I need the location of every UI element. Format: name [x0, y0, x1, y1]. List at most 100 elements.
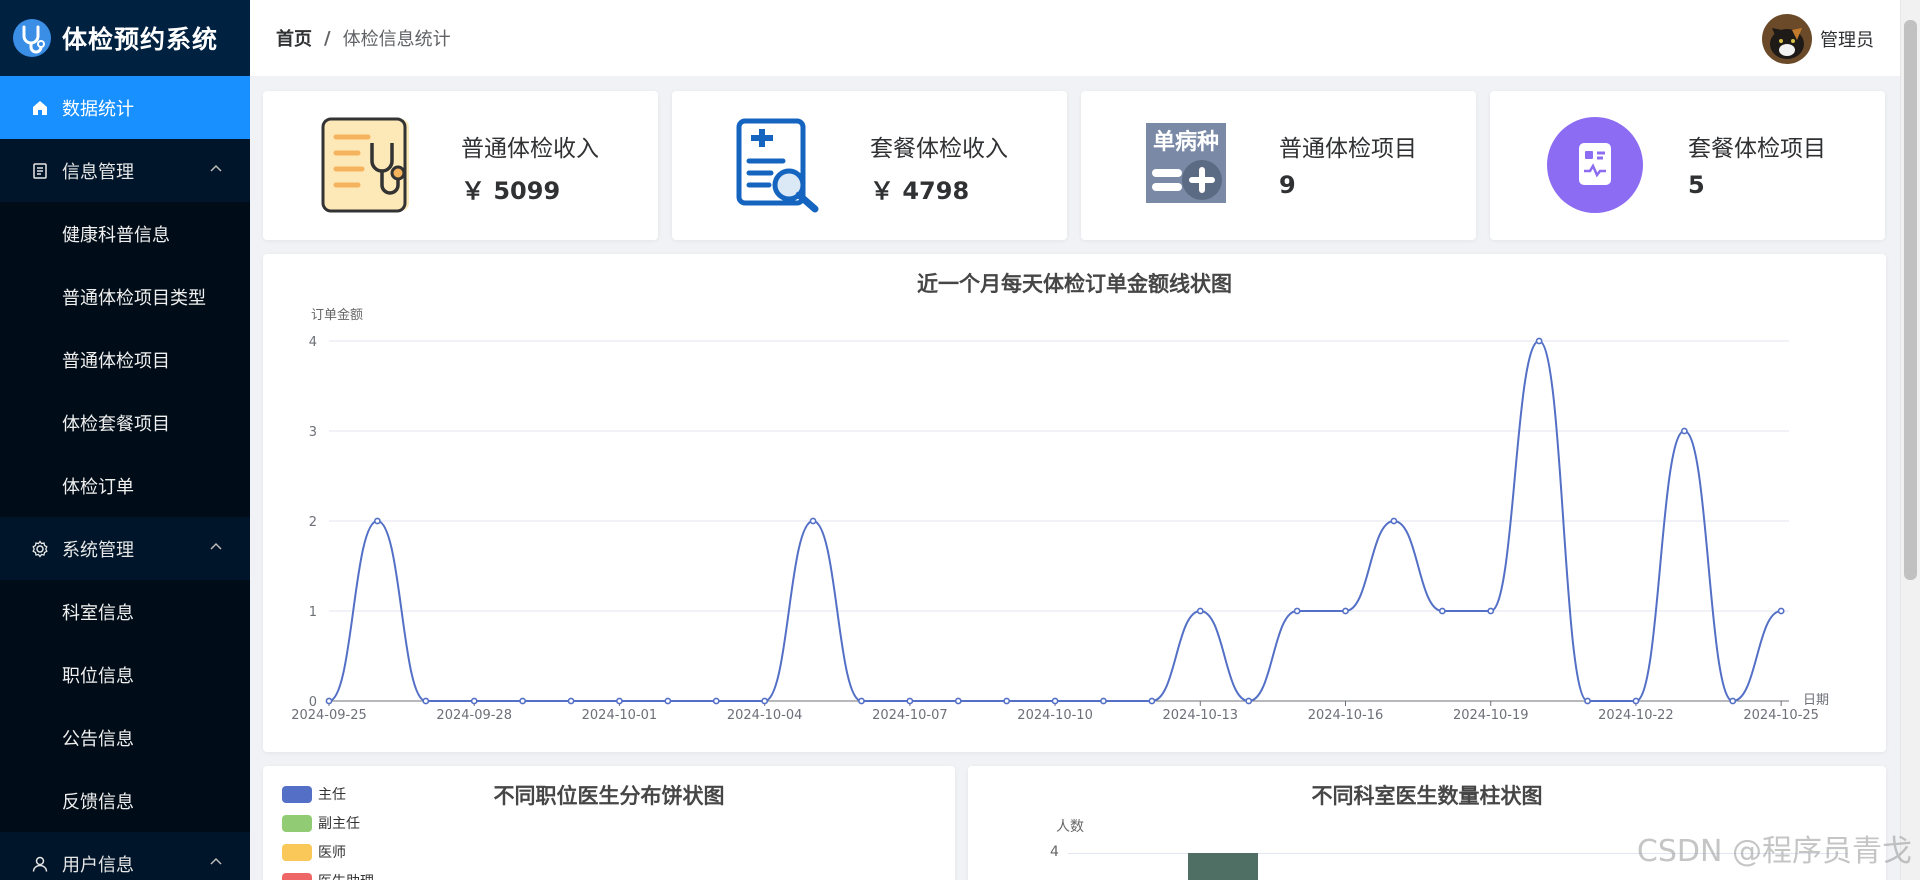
line-chart[interactable]: 订单金额012342024-09-25 2024-09-28 2024-10-01 2… [263, 254, 1886, 752]
legend-swatch [282, 814, 312, 832]
stat-card-package-items: 套餐体检项目 5 [1490, 91, 1885, 240]
data-point [616, 697, 623, 705]
data-point [1584, 697, 1591, 705]
x-tick-label: 2024-10-19 [1453, 708, 1529, 723]
data-point [1003, 697, 1011, 705]
scrollbar-thumb[interactable] [1904, 20, 1917, 580]
x-tick-label: 2024-10-25 [1743, 708, 1819, 723]
data-point [1100, 697, 1107, 705]
menu-group-info-management[interactable]: 信息管理 [0, 139, 250, 202]
sidebar: 体检预约系统 数据统计 信息管理 健康科普信息 普通体检项目类型 普通体检项目 … [0, 0, 250, 880]
data-point [422, 697, 430, 705]
page-scrollbar[interactable] [1900, 0, 1920, 880]
sidebar-item-exam-items[interactable]: 普通体检项目 [0, 328, 250, 391]
pie-chart-title: 不同职位医生分布饼状图 [493, 784, 725, 808]
data-point [1245, 697, 1253, 705]
card-label: 普通体检项目 [1279, 136, 1417, 162]
data-point [1390, 517, 1398, 525]
legend-item[interactable]: 医生助理 [282, 871, 374, 880]
icon-caption: 单病种 [1153, 129, 1219, 155]
x-axis-label: 日期 [1803, 693, 1829, 708]
line-chart-panel: 近一个月每天体检订单金额线状图 订单金额 0 1 2 3 4 2024-09-25 2024-… [263, 254, 1886, 752]
user-name: 管理员 [1820, 30, 1874, 51]
legend-swatch [282, 872, 312, 880]
menu-group-system-management[interactable]: 系统管理 [0, 517, 250, 580]
data-point [1342, 607, 1349, 615]
menu-group-label: 系统管理 [62, 539, 134, 561]
legend-item[interactable]: 主任 [282, 784, 346, 804]
y-tick-label: 4 [309, 335, 317, 350]
menu-item-label: 数据统计 [62, 98, 134, 120]
data-point [374, 517, 381, 525]
chevron-up-icon [210, 542, 222, 550]
y-tick-label: 1 [309, 605, 317, 620]
card-label: 套餐体检收入 [870, 136, 1008, 162]
home-icon [30, 98, 50, 118]
stethoscope-logo-icon [13, 19, 51, 57]
stat-card-package-income: 套餐体检收入 ￥ 4798 [672, 91, 1067, 240]
data-point [809, 517, 817, 525]
data-point [1632, 697, 1640, 705]
x-tick-label: 2024-10-04 [727, 708, 803, 723]
sidebar-item-exam-orders[interactable]: 体检订单 [0, 454, 250, 517]
sidebar-item-feedback[interactable]: 反馈信息 [0, 769, 250, 832]
app-title: 体检预约系统 [62, 25, 219, 54]
data-point [1051, 697, 1059, 705]
card-label: 套餐体检项目 [1688, 136, 1826, 162]
data-point [954, 697, 962, 705]
data-point [1729, 697, 1737, 705]
data-point [858, 697, 865, 705]
card-value: 9 [1279, 171, 1296, 199]
data-point [567, 697, 575, 705]
pie-chart-panel: 不同职位医生分布饼状图 主任 副主任 医师 医生助理 [263, 766, 955, 880]
legend-label: 医师 [318, 845, 346, 861]
single-disease-add-icon: 单病种 [1146, 123, 1226, 203]
data-point [519, 697, 527, 705]
stat-card-regular-income: 普通体检收入 ￥ 5099 [263, 91, 658, 240]
menu-group-label: 信息管理 [62, 161, 134, 183]
sidebar-item-health-articles[interactable]: 健康科普信息 [0, 202, 250, 265]
medical-report-search-icon [736, 118, 819, 213]
user-menu[interactable]: 管理员 [1762, 14, 1874, 64]
user-icon [30, 854, 50, 874]
avatar[interactable] [1762, 14, 1812, 64]
legend-swatch [282, 843, 312, 861]
data-point [906, 697, 914, 705]
data-point [325, 697, 333, 705]
legend-item[interactable]: 医师 [282, 842, 346, 862]
sidebar-item-exam-packages[interactable]: 体检套餐项目 [0, 391, 250, 454]
x-tick-label: 2024-09-25 [291, 708, 367, 723]
x-tick-label: 2024-10-16 [1308, 708, 1384, 723]
breadcrumb-separator: / [324, 27, 331, 49]
legend-label: 副主任 [318, 816, 360, 832]
menu-group-user-info[interactable]: 用户信息 [0, 832, 250, 880]
sidebar-item-departments[interactable]: 科室信息 [0, 580, 250, 643]
y-tick-label: 3 [309, 425, 317, 440]
sidebar-item-notices[interactable]: 公告信息 [0, 706, 250, 769]
menu-item-dashboard[interactable]: 数据统计 [0, 76, 250, 139]
bar-chart-bar[interactable] [1188, 853, 1258, 880]
y-tick-label: 2 [309, 515, 317, 530]
stat-card-regular-items: 单病种 普通体检项目 9 [1081, 91, 1476, 240]
top-header: 首页 / 体检信息统计 管理员 [250, 0, 1920, 76]
x-tick-label: 2024-10-13 [1163, 708, 1239, 723]
legend-swatch [282, 785, 312, 803]
breadcrumb-home[interactable]: 首页 [276, 25, 312, 51]
sidebar-item-positions[interactable]: 职位信息 [0, 643, 250, 706]
legend-item[interactable]: 副主任 [282, 813, 360, 833]
x-tick-label: 2024-10-10 [1017, 708, 1093, 723]
data-point [1777, 607, 1785, 615]
card-value: ￥ 5099 [461, 177, 561, 205]
data-point [1535, 337, 1543, 345]
gear-icon [30, 539, 50, 559]
x-tick-label: 2024-10-01 [582, 708, 658, 723]
data-point [712, 697, 720, 705]
stethoscope-icon [321, 117, 409, 213]
app-logo[interactable]: 体检预约系统 [0, 0, 250, 76]
bar-chart-ylabel: 人数 [1056, 819, 1084, 835]
sidebar-item-exam-item-types[interactable]: 普通体检项目类型 [0, 265, 250, 328]
card-value: ￥ 4798 [870, 177, 970, 205]
x-tick-label: 2024-09-28 [436, 708, 512, 723]
legend-label: 主任 [318, 787, 346, 803]
breadcrumb: 首页 / 体检信息统计 [276, 25, 451, 51]
